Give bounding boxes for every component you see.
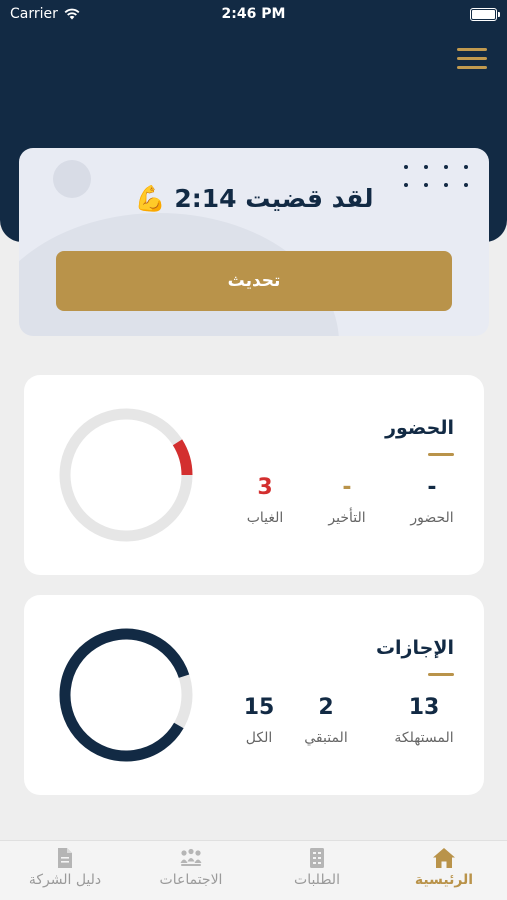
stat-late: - التأخير (301, 475, 393, 526)
leaves-donut-chart (59, 628, 193, 762)
consumed-arc (59, 628, 190, 762)
stat-attendance-value: - (427, 475, 437, 500)
status-bar: Carrier 2:46 PM (0, 0, 507, 30)
meeting-icon (180, 848, 202, 866)
file-icon (58, 848, 72, 868)
attendance-title: الحضور (385, 417, 454, 439)
leaves-title-underline (428, 673, 454, 676)
attendance-card: الحضور - الحضور - التأخير 3 الغياب (24, 375, 484, 575)
stat-total: 15 الكل (214, 695, 304, 746)
attendance-donut-chart (59, 408, 193, 542)
stat-absence-value: 3 (257, 475, 273, 500)
bottom-tab-bar: الرئيسية الطلبات الاجتماعات دليل الشركة (0, 840, 507, 900)
time-spent-card: لقد قضيت 2:14 💪 تحديث (19, 148, 489, 336)
stat-late-label: التأخير (328, 510, 366, 526)
stat-attendance: - الحضور (386, 475, 478, 526)
home-icon (433, 848, 455, 868)
stat-attendance-label: الحضور (410, 510, 454, 526)
stat-total-value: 15 (243, 695, 275, 720)
status-time: 2:46 PM (221, 6, 286, 22)
tab-meetings[interactable]: الاجتماعات (128, 841, 254, 900)
tab-requests[interactable]: الطلبات (254, 841, 380, 900)
leaves-title: الإجازات (375, 637, 454, 659)
update-button[interactable]: تحديث (56, 251, 452, 311)
stat-late-value: - (342, 475, 352, 500)
tab-requests-label: الطلبات (294, 872, 340, 888)
stat-total-label: الكل (245, 730, 273, 746)
tab-meetings-label: الاجتماعات (159, 872, 223, 888)
battery-icon (470, 8, 500, 21)
stat-consumed-label: المستهلكة (394, 730, 454, 746)
tab-company-directory[interactable]: دليل الشركة (2, 841, 128, 900)
document-list-icon (310, 848, 324, 868)
stat-absence-label: الغياب (246, 510, 284, 526)
stat-consumed: 13 المستهلكة (370, 695, 478, 746)
tab-home[interactable]: الرئيسية (381, 841, 507, 900)
attendance-title-underline (428, 453, 454, 456)
absence-arc (172, 439, 193, 476)
time-spent-title: لقد قضيت 2:14 💪 (134, 184, 374, 213)
tab-home-label: الرئيسية (414, 872, 474, 888)
stat-absence: 3 الغياب (219, 475, 311, 526)
leaves-card: الإجازات 13 المستهلكة 2 المتبقي 15 الكل (24, 595, 484, 795)
tab-company-directory-label: دليل الشركة (28, 872, 102, 888)
stat-consumed-value: 13 (408, 695, 440, 720)
attendance-ring-track (59, 408, 193, 542)
hamburger-icon[interactable] (457, 48, 487, 70)
